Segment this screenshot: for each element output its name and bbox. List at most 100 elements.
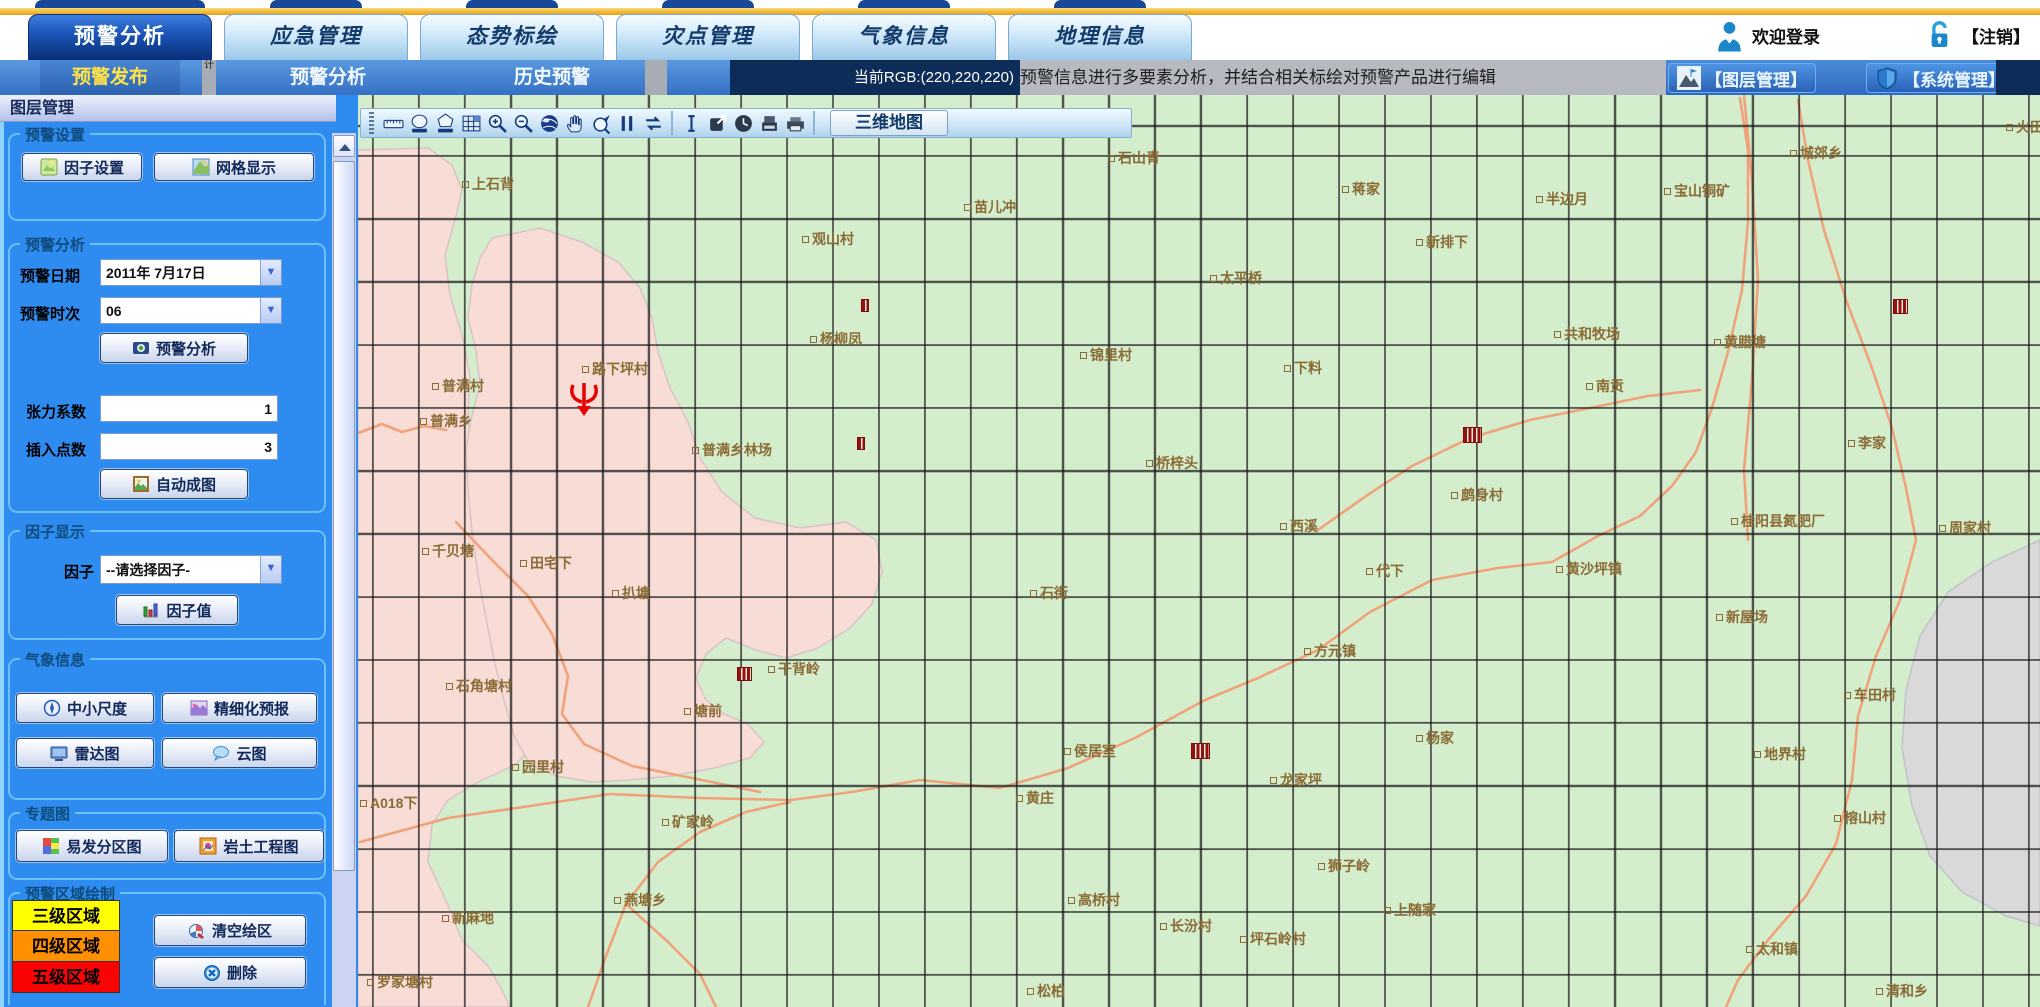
- map-viewport[interactable]: 上石背石山青苗儿冲观山村蒋家半边月宝山铜矿城郊乡火田新排下太平桥杨柳凤锦里村路下…: [358, 95, 2040, 1007]
- place-marker-icon: [1280, 523, 1287, 530]
- zoom-in-icon[interactable]: [484, 110, 510, 136]
- measure-polygon-icon[interactable]: [432, 110, 458, 136]
- scrollbar-thumb[interactable]: [333, 161, 355, 871]
- globe-icon[interactable]: [536, 110, 562, 136]
- map-3d-button[interactable]: 三维地图: [830, 110, 948, 136]
- tab-气象信息[interactable]: 气象信息: [812, 14, 996, 60]
- grid-display-button[interactable]: 网格显示: [154, 153, 314, 181]
- warning-level-三级区域[interactable]: 三级区域: [12, 900, 120, 931]
- zoom-select-icon[interactable]: [588, 110, 614, 136]
- swap-icon[interactable]: [640, 110, 666, 136]
- cloud-image-button[interactable]: 云图: [162, 738, 317, 768]
- tab-预警分析[interactable]: 预警分析: [28, 14, 212, 60]
- map-place-杨柳凤: 杨柳凤: [810, 329, 862, 349]
- layer-management-button[interactable]: 【图层管理】: [1668, 63, 1816, 93]
- pause-icon[interactable]: [614, 110, 640, 136]
- sidebar-panel-title: 图层管理: [0, 95, 336, 122]
- place-marker-icon: [360, 800, 367, 807]
- map-place-上石背: 上石背: [462, 174, 514, 194]
- map-place-田宅下: 田宅下: [520, 553, 572, 573]
- scroll-up-button[interactable]: [333, 135, 355, 157]
- delete-button[interactable]: 删除: [154, 957, 306, 988]
- place-marker-icon: [367, 979, 374, 986]
- factor-settings-icon: [40, 158, 58, 176]
- place-marker-icon: [1731, 518, 1738, 525]
- geotech-map-button[interactable]: 岩土工程图: [174, 830, 324, 862]
- main-tab-bar: 预警分析应急管理态势标绘灾点管理气象信息地理信息: [28, 14, 1192, 60]
- insert-points-input[interactable]: [100, 433, 278, 460]
- measure-ruler-icon[interactable]: [380, 110, 406, 136]
- factor-value-button[interactable]: 因子值: [116, 595, 238, 625]
- place-marker-icon: [1270, 777, 1277, 784]
- shield-icon: [1875, 66, 1899, 90]
- info-ibeam-icon[interactable]: [678, 110, 704, 136]
- map-place-桥梓头: 桥梓头: [1146, 453, 1198, 473]
- group-title: 气象信息: [20, 649, 90, 670]
- place-marker-icon: [462, 181, 469, 188]
- subnav-预警发布[interactable]: 预警发布: [40, 60, 180, 96]
- place-marker-icon: [1554, 331, 1561, 338]
- factor-select[interactable]: --请选择因子-▼: [100, 555, 282, 584]
- map-place-黄沙坪镇: 黄沙坪镇: [1556, 559, 1622, 579]
- place-marker-icon: [1068, 897, 1075, 904]
- subnav-预警分析[interactable]: 预警分析: [258, 60, 398, 96]
- divider-block2: [645, 60, 667, 96]
- warning-level-五级区域[interactable]: 五级区域: [12, 962, 120, 993]
- radar-image-button[interactable]: 雷达图: [16, 738, 154, 768]
- sidebar-scrollbar[interactable]: [332, 133, 356, 1007]
- measure-ellipse-icon[interactable]: [406, 110, 432, 136]
- place-marker-icon: [1834, 815, 1841, 822]
- logout-button[interactable]: 【注销】: [1962, 23, 2030, 48]
- map-place-长汾村: 长汾村: [1160, 916, 1212, 936]
- map-place-清和乡: 清和乡: [1876, 981, 1928, 1001]
- radar-image-icon: [50, 744, 68, 762]
- place-marker-icon: [432, 383, 439, 390]
- zoom-out-icon[interactable]: [510, 110, 536, 136]
- place-marker-icon: [1016, 795, 1023, 802]
- welcome-label[interactable]: 欢迎登录: [1752, 23, 1820, 48]
- map-place-苗儿冲: 苗儿冲: [964, 197, 1016, 217]
- save-icon[interactable]: [756, 110, 782, 136]
- place-marker-icon: [1304, 648, 1311, 655]
- warn-date-select[interactable]: 2011年 7月17日▼: [100, 259, 282, 286]
- map-regions-roads: [358, 95, 2040, 1007]
- grid-icon[interactable]: [458, 110, 484, 136]
- chevron-down-icon: ▼: [260, 556, 281, 583]
- print-icon[interactable]: [782, 110, 808, 136]
- pan-hand-icon[interactable]: [562, 110, 588, 136]
- map-place-共和牧场: 共和牧场: [1554, 324, 1620, 344]
- hazard-cluster-marker: [738, 668, 751, 680]
- top-navigation-bar: 预警分析应急管理态势标绘灾点管理气象信息地理信息 欢迎登录 【注销】: [0, 0, 2040, 60]
- tab-态势标绘[interactable]: 态势标绘: [420, 14, 604, 60]
- warn-time-label: 预警时次: [20, 303, 80, 324]
- place-marker-icon: [442, 915, 449, 922]
- subnav-历史预警[interactable]: 历史预警: [482, 60, 622, 96]
- delete-circle-x-icon: [203, 964, 221, 982]
- factor-value-chart-icon: [142, 601, 160, 619]
- meso-scale-button[interactable]: 中小尺度: [16, 693, 154, 723]
- tension-input[interactable]: [100, 395, 278, 422]
- fine-forecast-button[interactable]: 精细化预报: [162, 693, 317, 723]
- auto-map-button[interactable]: 自动成图: [100, 469, 248, 499]
- tab-应急管理[interactable]: 应急管理: [224, 14, 408, 60]
- toolbar-drag-handle[interactable]: [369, 112, 374, 134]
- warn-time-select[interactable]: 06▼: [100, 297, 282, 324]
- place-marker-icon: [520, 560, 527, 567]
- export-icon[interactable]: [704, 110, 730, 136]
- warning-analyze-button[interactable]: 预警分析: [100, 333, 248, 363]
- history-icon[interactable]: [730, 110, 756, 136]
- place-marker-icon: [1556, 566, 1563, 573]
- grid-display-icon: [192, 158, 210, 176]
- place-marker-icon: [612, 590, 619, 597]
- tab-灾点管理[interactable]: 灾点管理: [616, 14, 800, 60]
- system-management-button[interactable]: 【系统管理】: [1866, 63, 2014, 93]
- tab-地理信息[interactable]: 地理信息: [1008, 14, 1192, 60]
- place-marker-icon: [1064, 748, 1071, 755]
- place-marker-icon: [810, 336, 817, 343]
- fine-forecast-icon: [190, 699, 208, 717]
- prone-zone-map-button[interactable]: 易发分区图: [16, 830, 168, 862]
- map-place-桂阳县氮肥厂: 桂阳县氮肥厂: [1731, 511, 1825, 531]
- factor-settings-button[interactable]: 因子设置: [22, 153, 142, 181]
- clear-draw-button[interactable]: 清空绘区: [154, 915, 306, 946]
- warning-level-四级区域[interactable]: 四级区域: [12, 931, 120, 962]
